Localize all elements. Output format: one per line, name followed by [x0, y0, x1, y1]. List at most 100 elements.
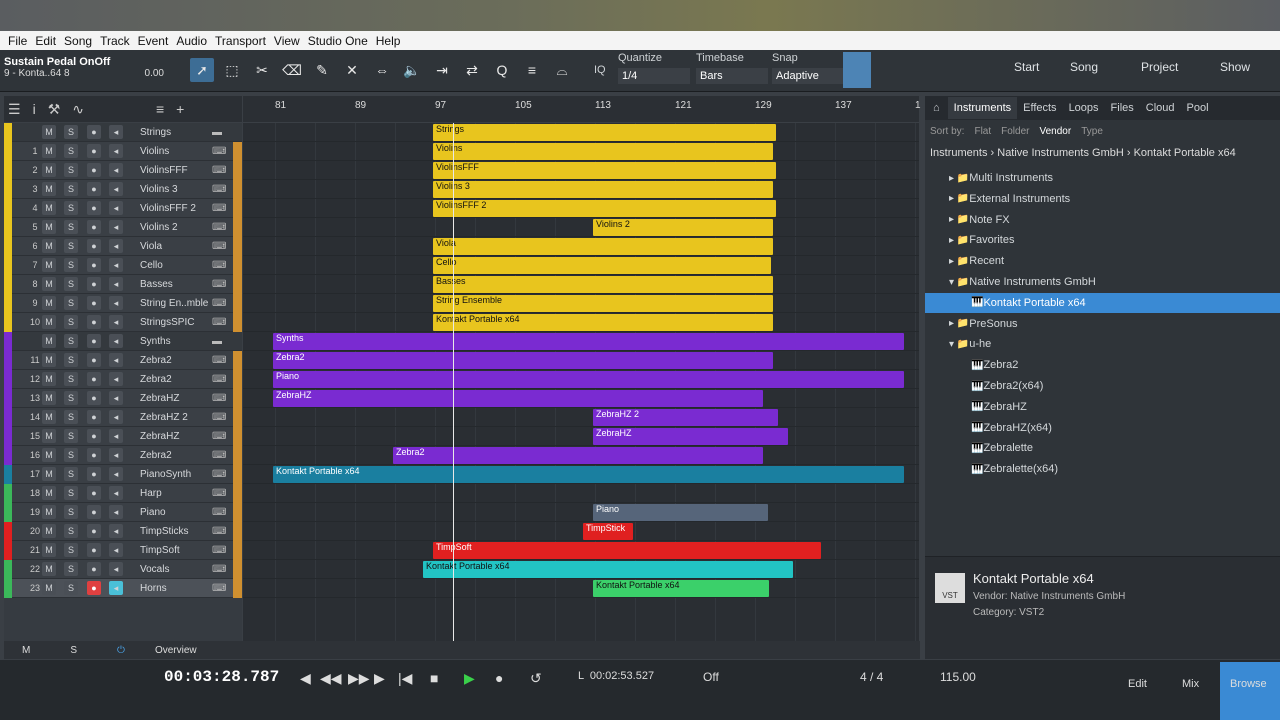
- record-arm-button[interactable]: ●: [87, 467, 101, 481]
- listen-tool-icon[interactable]: 🔈: [400, 58, 424, 82]
- event-clip[interactable]: Violins: [433, 143, 773, 160]
- solo-button[interactable]: S: [64, 562, 78, 576]
- solo-button[interactable]: S: [64, 486, 78, 500]
- track-row[interactable]: 6 M S ● ◂ Viola ⌨: [4, 236, 242, 256]
- event-clip[interactable]: Basses: [433, 276, 773, 293]
- track-name[interactable]: Basses: [140, 279, 173, 290]
- monitor-button[interactable]: ◂: [109, 144, 123, 158]
- track-row[interactable]: 21 M S ● ◂ TimpSoft ⌨: [4, 540, 242, 560]
- browser-item[interactable]: ▸ 📁 PreSonus: [925, 314, 1280, 334]
- mute-button[interactable]: M: [42, 220, 56, 234]
- automation-icon[interactable]: ∿: [72, 101, 84, 118]
- solo-button[interactable]: S: [64, 448, 78, 462]
- event-clip[interactable]: Kontakt Portable x64: [433, 314, 773, 331]
- track-row[interactable]: 17 M S ● ◂ PianoSynth ⌨: [4, 464, 242, 484]
- track-name[interactable]: Synths: [140, 336, 171, 347]
- event-clip[interactable]: ZebraHZ: [593, 428, 788, 445]
- global-mute-button[interactable]: M: [22, 645, 30, 656]
- next-marker-icon[interactable]: ▶: [374, 670, 385, 687]
- mute-button[interactable]: M: [42, 486, 56, 500]
- monitor-button[interactable]: ◂: [109, 353, 123, 367]
- start-button[interactable]: Start: [1014, 60, 1039, 74]
- wrench-icon[interactable]: ⚒: [48, 101, 61, 118]
- zoom-icon[interactable]: Q: [490, 58, 514, 82]
- track-name[interactable]: Piano: [140, 507, 166, 518]
- track-row[interactable]: 4 M S ● ◂ ViolinsFFF 2 ⌨: [4, 198, 242, 218]
- track-row[interactable]: 10 M S ● ◂ StringsSPIC ⌨: [4, 312, 242, 332]
- loop-follow-icon[interactable]: ⇥: [430, 58, 454, 82]
- record-arm-button[interactable]: ●: [87, 524, 101, 538]
- track-name[interactable]: Violins 3: [140, 184, 178, 195]
- forward-icon[interactable]: ▶▶: [348, 670, 370, 687]
- event-clip[interactable]: Piano: [273, 371, 904, 388]
- menu-item-audio[interactable]: Audio: [176, 34, 207, 48]
- track-name[interactable]: Viola: [140, 241, 162, 252]
- record-arm-button[interactable]: ●: [87, 239, 101, 253]
- sort-folder[interactable]: Folder: [1001, 126, 1029, 137]
- tab-loops[interactable]: Loops: [1063, 97, 1105, 119]
- solo-button[interactable]: S: [64, 296, 78, 310]
- record-arm-button[interactable]: ●: [87, 353, 101, 367]
- track-row[interactable]: 19 M S ● ◂ Piano ⌨: [4, 502, 242, 522]
- track-name[interactable]: Cello: [140, 260, 163, 271]
- event-clip[interactable]: Zebra2: [393, 447, 763, 464]
- mute-button[interactable]: M: [42, 163, 56, 177]
- monitor-button[interactable]: ◂: [109, 391, 123, 405]
- monitor-button[interactable]: ◂: [109, 505, 123, 519]
- monitor-button[interactable]: ◂: [109, 581, 123, 595]
- solo-button[interactable]: S: [64, 125, 78, 139]
- monitor-button[interactable]: ◂: [109, 277, 123, 291]
- record-arm-button[interactable]: ●: [87, 125, 101, 139]
- event-clip[interactable]: Synths: [273, 333, 904, 350]
- solo-button[interactable]: S: [64, 391, 78, 405]
- global-solo-button[interactable]: S: [70, 645, 77, 656]
- timebase-field[interactable]: Timebase Bars: [696, 52, 768, 84]
- solo-button[interactable]: S: [64, 163, 78, 177]
- autoscroll-icon[interactable]: ⇄: [460, 58, 484, 82]
- event-clip[interactable]: Strings: [433, 124, 776, 141]
- track-name[interactable]: TimpSoft: [140, 545, 180, 556]
- mute-button[interactable]: M: [42, 277, 56, 291]
- browser-item[interactable]: 🎹 ZebraHZ: [925, 397, 1280, 417]
- play-icon[interactable]: ▶: [464, 670, 475, 687]
- track-lane[interactable]: [243, 579, 919, 598]
- sort-type[interactable]: Type: [1081, 126, 1103, 137]
- event-clip[interactable]: TimpSoft: [433, 542, 821, 559]
- event-clip[interactable]: Kontakt Portable x64: [593, 580, 769, 597]
- record-arm-button[interactable]: ●: [87, 429, 101, 443]
- menu-item-file[interactable]: File: [8, 34, 27, 48]
- track-name[interactable]: String En..mble: [140, 298, 208, 309]
- mute-button[interactable]: M: [42, 315, 56, 329]
- track-row[interactable]: M S ● ◂ Strings ▬: [4, 123, 242, 142]
- mute-button[interactable]: M: [42, 239, 56, 253]
- browser-item[interactable]: ▸ 📁 Favorites: [925, 230, 1280, 250]
- track-row[interactable]: 12 M S ● ◂ Zebra2 ⌨: [4, 369, 242, 389]
- arrange-view[interactable]: Strings Violins ViolinsFFF Violins 3 Violins…: [243, 123, 919, 641]
- sort-flat[interactable]: Flat: [974, 126, 991, 137]
- mute-button[interactable]: M: [42, 144, 56, 158]
- track-lane[interactable]: [243, 218, 919, 237]
- track-row[interactable]: 11 M S ● ◂ Zebra2 ⌨: [4, 350, 242, 370]
- record-arm-button[interactable]: ●: [87, 258, 101, 272]
- track-name[interactable]: Zebra2: [140, 374, 172, 385]
- record-arm-button[interactable]: ●: [87, 334, 101, 348]
- monitor-button[interactable]: ◂: [109, 467, 123, 481]
- tempo[interactable]: 115.00: [940, 670, 976, 684]
- mute-button[interactable]: M: [42, 125, 56, 139]
- monitor-button[interactable]: ◂: [109, 239, 123, 253]
- mute-button[interactable]: M: [42, 505, 56, 519]
- quantize-value[interactable]: 1/4: [618, 68, 690, 84]
- event-clip[interactable]: ZebraHZ 2: [593, 409, 778, 426]
- monitor-button[interactable]: ◂: [109, 410, 123, 424]
- tab-cloud[interactable]: Cloud: [1140, 97, 1181, 119]
- solo-button[interactable]: S: [64, 182, 78, 196]
- browser-item[interactable]: 🎹 Zebra2: [925, 355, 1280, 375]
- solo-button[interactable]: S: [64, 543, 78, 557]
- ripple-icon[interactable]: ⌓: [550, 58, 574, 82]
- expand-arrow-icon[interactable]: ▸ 📁: [949, 214, 969, 225]
- breadcrumb-item[interactable]: Native Instruments GmbH: [997, 147, 1124, 159]
- mute-button[interactable]: M: [42, 543, 56, 557]
- solo-button[interactable]: S: [64, 372, 78, 386]
- color-icon[interactable]: ≡: [520, 58, 544, 82]
- track-lane[interactable]: [243, 503, 919, 522]
